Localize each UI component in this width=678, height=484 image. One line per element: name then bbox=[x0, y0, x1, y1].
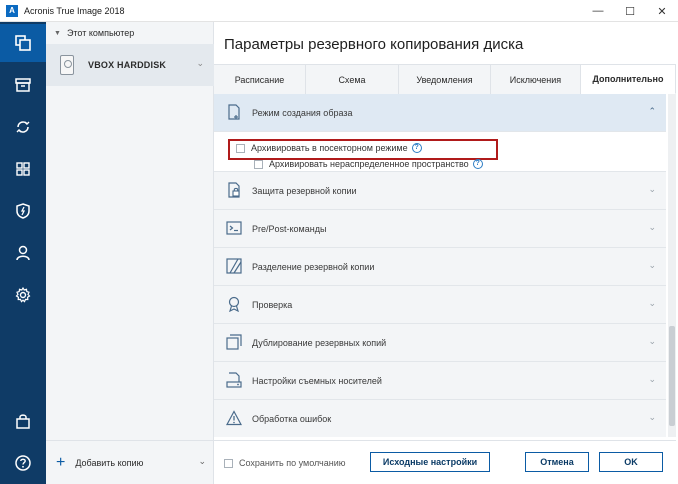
help-icon[interactable]: ? bbox=[411, 143, 422, 153]
section-pre-post-commands[interactable]: Pre/Post-команды ⌄ bbox=[214, 210, 666, 248]
vertical-scrollbar[interactable] bbox=[668, 94, 676, 437]
sector-by-sector-option[interactable]: Архивировать в посекторном режиме ? bbox=[236, 143, 422, 153]
save-as-default-checkbox[interactable] bbox=[224, 458, 233, 468]
image-mode-icon bbox=[228, 104, 240, 120]
section-label: Pre/Post-команды bbox=[252, 224, 327, 234]
collapse-caret-icon: ▼ bbox=[54, 29, 61, 37]
sync-icon bbox=[16, 121, 30, 133]
nav-account-button[interactable] bbox=[0, 234, 46, 272]
window-title: Acronis True Image 2018 bbox=[24, 5, 125, 16]
unallocated-space-label: Архивировать нераспределенное пространст… bbox=[269, 159, 469, 169]
save-as-default-label: Сохранить по умолчанию bbox=[239, 458, 346, 468]
section-label: Защита резервной копии bbox=[252, 186, 357, 196]
tab-advanced[interactable]: Дополнительно bbox=[581, 64, 676, 94]
section-label: Разделение резервной копии bbox=[252, 262, 375, 272]
app-logo-icon: A bbox=[6, 4, 18, 17]
nav-archive-button[interactable] bbox=[0, 66, 46, 104]
section-label: Настройки съемных носителей bbox=[252, 376, 382, 386]
ok-button[interactable]: OK bbox=[599, 452, 663, 472]
page-title: Параметры резервного копирования диска bbox=[224, 36, 524, 53]
unallocated-space-option[interactable]: Архивировать нераспределенное пространст… bbox=[254, 159, 483, 169]
add-backup-label: Добавить копию bbox=[75, 457, 144, 468]
section-validation[interactable]: Проверка ⌄ bbox=[214, 286, 666, 324]
backup-item-label: VBOX HARDDISK bbox=[88, 60, 167, 70]
removable-media-icon bbox=[226, 372, 242, 388]
chevron-down-icon[interactable]: ⌄ bbox=[648, 260, 656, 271]
section-label: Дублирование резервных копий bbox=[252, 338, 387, 348]
nav-shop-button[interactable] bbox=[0, 402, 46, 440]
title-bar: A Acronis True Image 2018 — ☐ ✕ bbox=[0, 0, 678, 22]
chevron-up-icon[interactable]: ⌃ bbox=[648, 106, 656, 117]
backup-copies-icon bbox=[15, 35, 31, 51]
reset-defaults-button[interactable]: Исходные настройки bbox=[370, 452, 490, 472]
warning-icon bbox=[226, 410, 242, 426]
section-backup-splitting[interactable]: Разделение резервной копии ⌄ bbox=[214, 248, 666, 286]
cancel-button[interactable]: Отмена bbox=[525, 452, 589, 472]
shield-icon bbox=[16, 203, 30, 219]
nav-protection-button[interactable] bbox=[0, 192, 46, 230]
nav-tools-button[interactable] bbox=[0, 150, 46, 188]
tab-schedule[interactable]: Расписание bbox=[214, 64, 306, 94]
nav-sync-button[interactable] bbox=[0, 108, 46, 146]
tab-scheme[interactable]: Схема bbox=[306, 64, 399, 94]
unallocated-space-checkbox[interactable] bbox=[254, 159, 263, 169]
shopping-bag-icon bbox=[16, 414, 30, 429]
scrollbar-thumb[interactable] bbox=[669, 326, 675, 426]
tools-grid-icon bbox=[16, 162, 30, 176]
sector-by-sector-checkbox[interactable] bbox=[236, 143, 245, 153]
section-label: Обработка ошибок bbox=[252, 414, 332, 424]
settings-panel: Параметры резервного копирования диска Р… bbox=[214, 22, 678, 484]
sector-by-sector-label: Архивировать в посекторном режиме bbox=[251, 143, 408, 153]
terminal-icon bbox=[226, 221, 242, 235]
user-icon bbox=[16, 245, 30, 261]
settings-sections: Режим создания образа ⌃ Архивировать в п… bbox=[214, 94, 666, 437]
chevron-down-icon[interactable]: ⌄ bbox=[196, 58, 204, 69]
chevron-down-icon[interactable]: ⌄ bbox=[648, 298, 656, 309]
add-backup-button[interactable]: + Добавить копию ⌄ bbox=[46, 440, 214, 484]
window-controls: — ☐ ✕ bbox=[582, 0, 678, 22]
section-removable-media[interactable]: Настройки съемных носителей ⌄ bbox=[214, 362, 666, 400]
hard-disk-icon bbox=[60, 55, 74, 75]
section-label: Проверка bbox=[252, 300, 293, 310]
close-button[interactable]: ✕ bbox=[646, 0, 678, 22]
chevron-down-icon[interactable]: ⌄ bbox=[648, 412, 656, 423]
chevron-down-icon[interactable]: ⌄ bbox=[648, 222, 656, 233]
nav-backup-button[interactable] bbox=[0, 24, 46, 62]
settings-tabs: Расписание Схема Уведомления Исключения … bbox=[214, 64, 676, 94]
group-label: Этот компьютер bbox=[66, 28, 135, 38]
duplicate-icon bbox=[226, 334, 242, 350]
plus-icon: + bbox=[56, 453, 66, 471]
minimize-button[interactable]: — bbox=[582, 0, 614, 22]
section-image-mode[interactable]: Режим создания образа ⌃ bbox=[214, 94, 666, 132]
group-header[interactable]: ▼ Этот компьютер bbox=[46, 22, 214, 44]
lock-icon bbox=[228, 182, 240, 198]
save-as-default-option[interactable]: Сохранить по умолчанию bbox=[224, 458, 346, 468]
backup-list-panel: ▼ Этот компьютер VBOX HARDDISK ⌄ + Добав… bbox=[46, 22, 214, 484]
help-circle-icon bbox=[15, 455, 31, 471]
section-backup-duplication[interactable]: Дублирование резервных копий ⌄ bbox=[214, 324, 666, 362]
section-label: Режим создания образа bbox=[252, 108, 353, 118]
nav-settings-button[interactable] bbox=[0, 276, 46, 314]
nav-help-button[interactable] bbox=[0, 444, 46, 482]
archive-icon bbox=[15, 78, 31, 92]
chevron-down-icon[interactable]: ⌄ bbox=[648, 374, 656, 385]
gear-icon bbox=[15, 286, 31, 303]
chevron-down-icon[interactable]: ⌄ bbox=[648, 336, 656, 347]
tab-notifications[interactable]: Уведомления bbox=[399, 64, 491, 94]
maximize-button[interactable]: ☐ bbox=[614, 0, 646, 22]
backup-item-vbox-harddisk[interactable]: VBOX HARDDISK ⌄ bbox=[46, 44, 214, 86]
chevron-down-icon[interactable]: ⌄ bbox=[648, 184, 656, 195]
image-mode-options: Архивировать в посекторном режиме ? Архи… bbox=[214, 132, 666, 172]
tab-exclusions[interactable]: Исключения bbox=[491, 64, 581, 94]
navigation-rail bbox=[0, 22, 46, 484]
badge-icon bbox=[228, 296, 240, 312]
help-icon[interactable]: ? bbox=[472, 159, 483, 169]
section-error-handling[interactable]: Обработка ошибок ⌄ bbox=[214, 400, 666, 437]
chevron-down-icon[interactable]: ⌄ bbox=[198, 456, 206, 467]
section-backup-protection[interactable]: Защита резервной копии ⌄ bbox=[214, 172, 666, 210]
dialog-footer: Сохранить по умолчанию Исходные настройк… bbox=[214, 440, 676, 484]
split-icon bbox=[226, 258, 242, 274]
